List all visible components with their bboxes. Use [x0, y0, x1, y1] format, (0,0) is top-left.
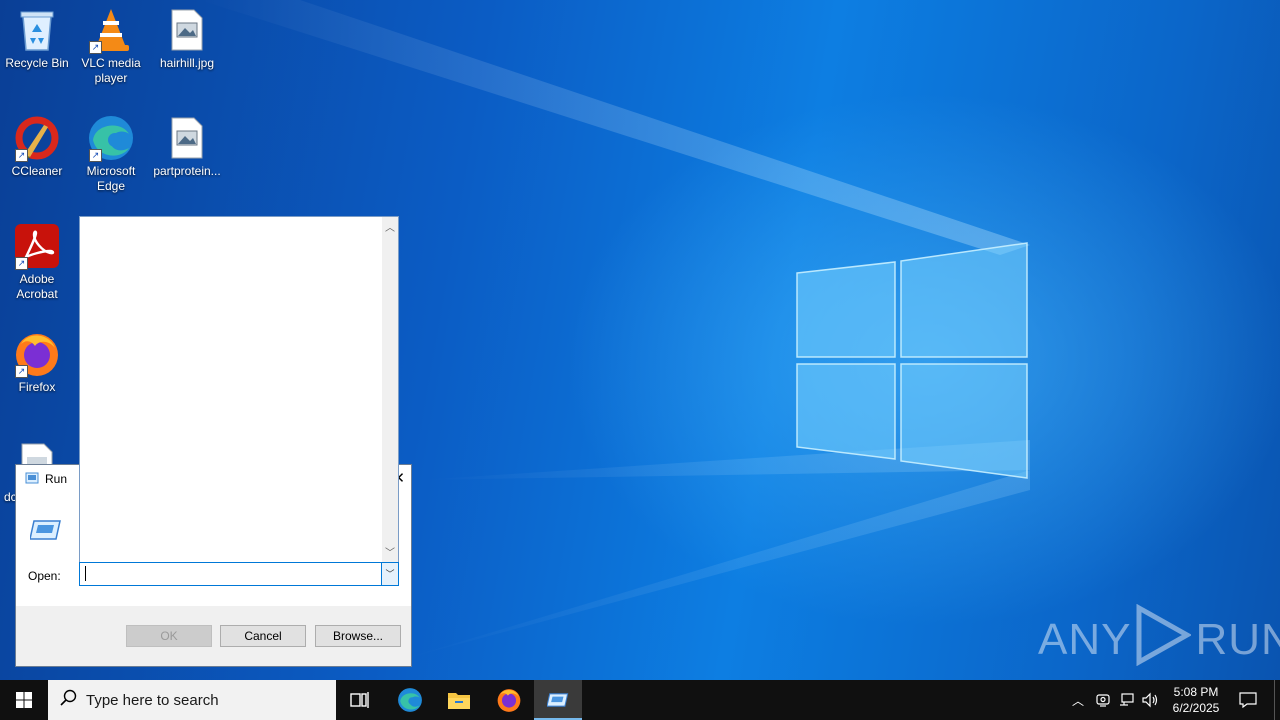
clock-time: 5:08 PM	[1173, 685, 1219, 699]
cancel-button[interactable]: Cancel	[220, 625, 306, 647]
tray-volume-button[interactable]	[1140, 680, 1162, 720]
desktop-icon-label: VLC media player	[81, 56, 141, 85]
desktop-icon-vlc[interactable]: ↗ VLC media player	[74, 0, 148, 86]
shortcut-arrow-icon: ↗	[15, 257, 28, 270]
run-large-icon	[29, 519, 62, 546]
desktop-icon-hairhill[interactable]: hairhill.jpg	[150, 0, 224, 71]
scroll-down-icon[interactable]: ﹀	[385, 544, 395, 559]
taskbar-file-explorer-button[interactable]	[435, 680, 483, 720]
clock-date: 6/2/2025	[1172, 701, 1220, 715]
clock[interactable]: 5:08 PM 6/2/2025	[1164, 680, 1228, 720]
open-dropdown-list[interactable]: ︿ ﹀	[79, 216, 399, 563]
chevron-down-icon: ﹀	[385, 569, 395, 579]
desktop-icon-label: Adobe Acrobat	[16, 272, 58, 301]
desktop-icon-edge[interactable]: ↗ Microsoft Edge	[74, 108, 148, 194]
edge-icon	[398, 688, 422, 712]
taskbar-edge-button[interactable]	[386, 680, 434, 720]
show-desktop-button[interactable]	[1274, 680, 1275, 720]
desktop-icon-firefox[interactable]: ↗ Firefox	[0, 324, 74, 395]
combo-dropdown-button[interactable]: ﹀	[381, 563, 398, 585]
tray-meet-button[interactable]	[1092, 680, 1114, 720]
image-file-icon	[163, 6, 211, 54]
watermark-left: ANY	[1038, 615, 1132, 664]
desktop-icon-label: Microsoft Edge	[86, 164, 136, 193]
desktop-icon-recycle-bin[interactable]: Recycle Bin	[0, 0, 74, 71]
open-input[interactable]	[85, 566, 86, 581]
desktop-icon-label: Firefox	[18, 380, 56, 394]
task-view-icon	[350, 692, 369, 708]
run-icon	[547, 693, 569, 707]
acrobat-icon: ↗	[13, 222, 61, 270]
browse-button[interactable]: Browse...	[315, 625, 401, 647]
edge-icon: ↗	[87, 114, 135, 162]
shortcut-arrow-icon: ↗	[89, 149, 102, 162]
network-icon	[1120, 693, 1134, 706]
shortcut-arrow-icon: ↗	[15, 365, 28, 378]
start-button[interactable]	[0, 680, 48, 720]
run-icon	[25, 472, 39, 487]
recycle-bin-icon	[13, 6, 61, 54]
search-placeholder: Type here to search	[86, 691, 219, 709]
open-combobox[interactable]: ﹀	[79, 562, 399, 586]
volume-icon	[1142, 692, 1158, 708]
firefox-icon: ↗	[13, 330, 61, 378]
scroll-up-icon[interactable]: ︿	[385, 219, 395, 234]
task-view-button[interactable]	[336, 680, 384, 720]
desktop-icon-label: hairhill.jpg	[159, 56, 215, 70]
action-center-button[interactable]	[1232, 680, 1264, 720]
run-title: Run	[45, 472, 68, 486]
tray-network-button[interactable]	[1116, 680, 1138, 720]
taskbar: Type here to search ︿ 5:08 PM 6/2/2025	[0, 680, 1280, 720]
windows-start-icon	[16, 692, 32, 708]
chevron-up-icon: ︿	[1071, 693, 1084, 708]
file-explorer-icon	[448, 693, 470, 709]
desktop: Recycle Bin ↗ VLC media player hairhill.…	[0, 0, 1280, 680]
firefox-icon	[497, 689, 521, 712]
notification-icon	[1239, 692, 1257, 708]
taskbar-search[interactable]: Type here to search	[48, 680, 336, 720]
show-hidden-icons-button[interactable]: ︿	[1068, 680, 1088, 720]
ok-button[interactable]: OK	[126, 625, 212, 647]
taskbar-run-button[interactable]	[534, 680, 582, 720]
open-label: Open:	[28, 569, 61, 583]
webcam-icon	[1096, 694, 1110, 707]
desktop-icon-partprotein[interactable]: partprotein...	[150, 108, 224, 179]
desktop-icon-label: Recycle Bin	[5, 56, 69, 70]
ccleaner-icon: ↗	[13, 114, 61, 162]
search-icon	[60, 689, 78, 712]
image-file-icon	[163, 114, 211, 162]
run-footer: OK Cancel Browse...	[16, 606, 411, 666]
shortcut-arrow-icon: ↗	[15, 149, 28, 162]
desktop-icon-label: CCleaner	[11, 164, 63, 178]
anyrun-watermark: ANY RUN	[1038, 603, 1280, 672]
watermark-right: RUN	[1195, 615, 1280, 664]
taskbar-firefox-button[interactable]	[485, 680, 533, 720]
dropdown-scrollbar[interactable]: ︿ ﹀	[382, 217, 398, 562]
desktop-icon-label: partprotein...	[153, 164, 221, 178]
shortcut-arrow-icon: ↗	[89, 41, 102, 54]
play-logo-icon	[1135, 603, 1193, 677]
vlc-icon: ↗	[87, 6, 135, 54]
desktop-icon-ccleaner[interactable]: ↗ CCleaner	[0, 108, 74, 179]
desktop-icon-acrobat[interactable]: ↗ Adobe Acrobat	[0, 216, 74, 302]
